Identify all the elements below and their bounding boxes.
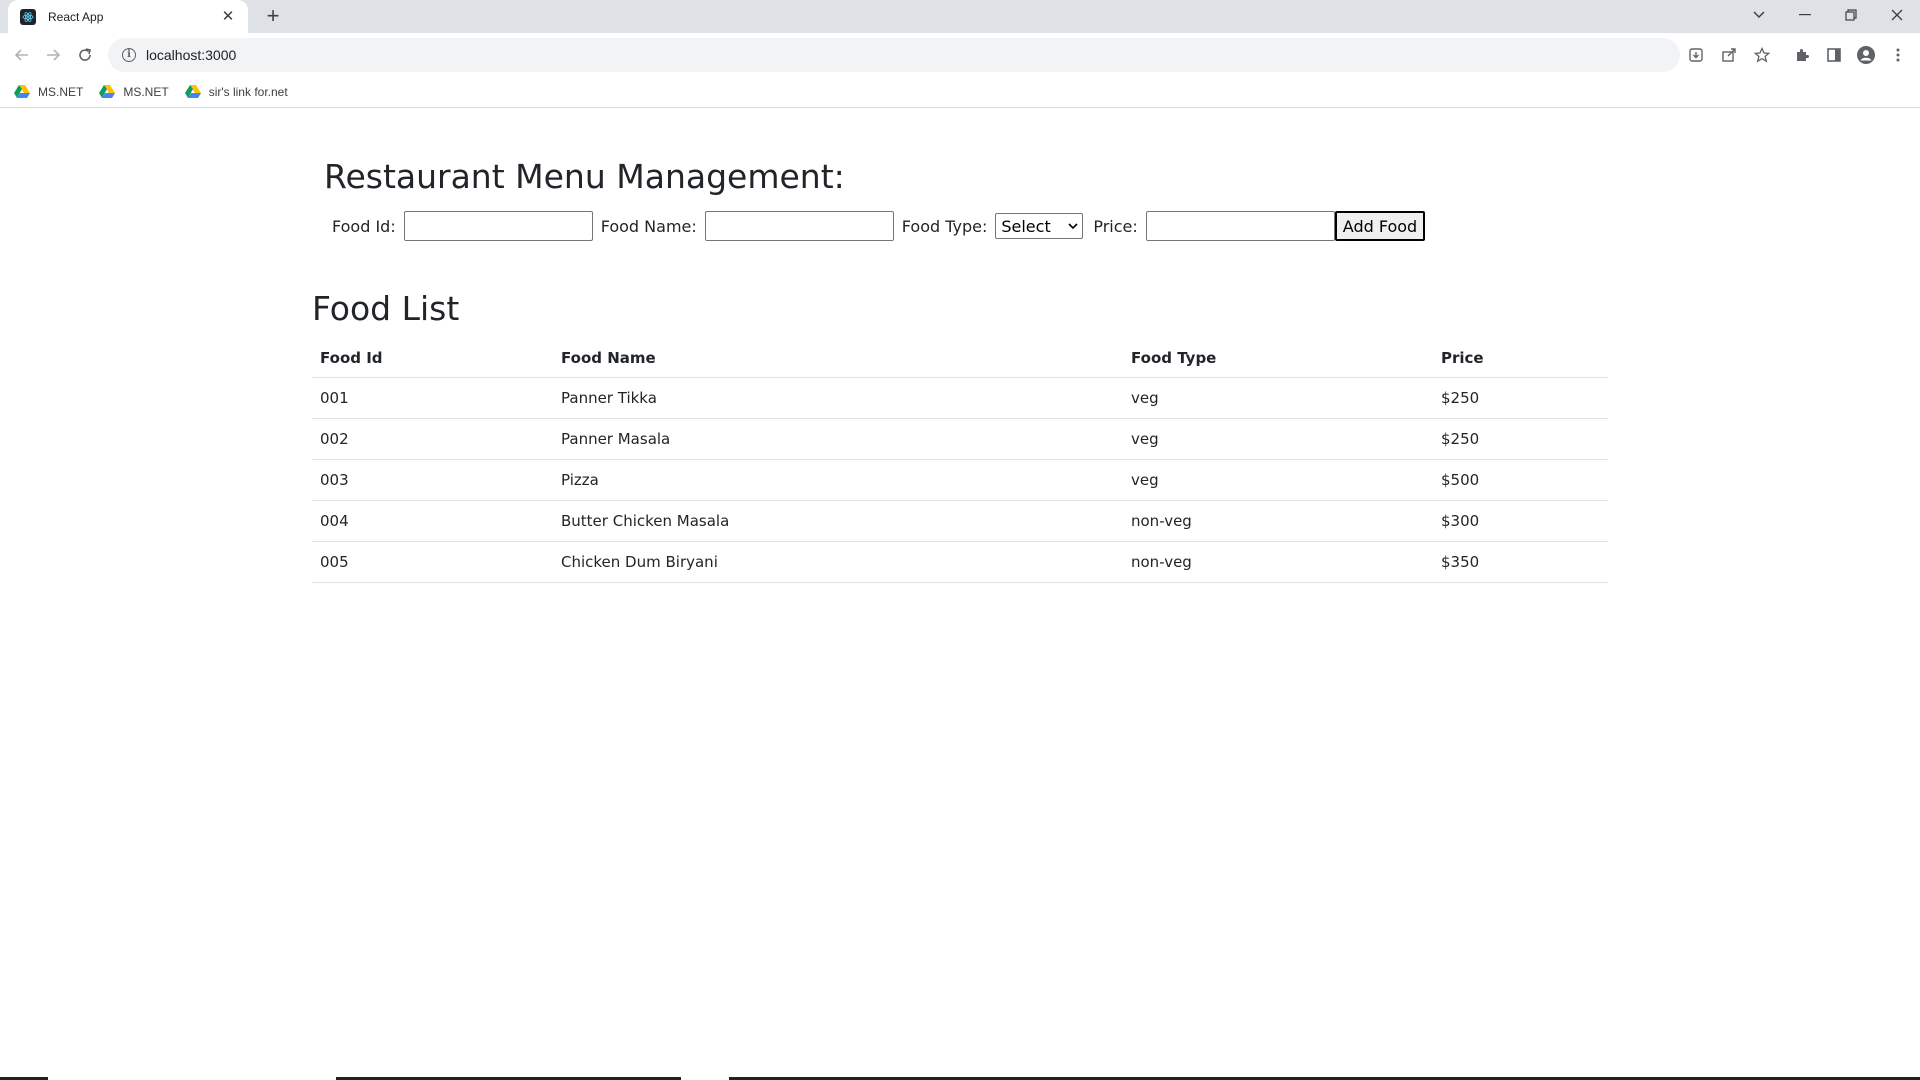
table-row: 004 Butter Chicken Masala non-veg $300: [312, 500, 1608, 542]
url-text: localhost:3000: [146, 47, 237, 63]
cell-food-id: 005: [312, 541, 553, 583]
install-app-icon[interactable]: [1686, 45, 1706, 65]
react-favicon-icon: [20, 8, 36, 25]
food-type-select[interactable]: Select: [995, 213, 1084, 239]
bookmark-item[interactable]: sir's link for.net: [184, 84, 288, 101]
table-row: 005 Chicken Dum Biryani non-veg $350: [312, 541, 1608, 583]
food-type-selected: Select: [1001, 216, 1051, 236]
forward-arrow-icon[interactable]: [41, 43, 65, 67]
table-header-row: Food Id Food Name Food Type Price: [312, 339, 1608, 378]
food-id-label: Food Id:: [332, 216, 396, 236]
header-food-id: Food Id: [312, 339, 553, 378]
tab-title: React App: [48, 9, 104, 24]
tab-strip: React App ✕ +: [0, 0, 1920, 33]
tab-search-icon[interactable]: [1736, 0, 1782, 30]
google-drive-icon: [14, 84, 30, 101]
add-food-form: Food Id: Food Name: Food Type: Select Pr…: [332, 211, 1426, 241]
bookmark-label: sir's link for.net: [208, 85, 288, 99]
bookmark-label: MS.NET: [38, 85, 84, 99]
cell-price: $350: [1433, 541, 1608, 583]
reload-icon[interactable]: [73, 43, 97, 67]
close-window-icon[interactable]: [1874, 0, 1920, 30]
google-drive-icon: [184, 84, 201, 101]
table-row: 002 Panner Masala veg $250: [312, 418, 1608, 460]
share-icon[interactable]: [1719, 45, 1739, 65]
page-title: Restaurant Menu Management:: [324, 157, 845, 196]
cell-food-name: Pizza: [553, 459, 1123, 501]
price-input[interactable]: [1145, 211, 1335, 241]
cell-food-name: Panner Tikka: [553, 377, 1123, 419]
cell-food-type: veg: [1123, 459, 1433, 501]
header-food-type: Food Type: [1123, 339, 1433, 378]
food-table: Food Id Food Name Food Type Price 001 Pa…: [312, 339, 1608, 583]
back-arrow-icon[interactable]: [10, 43, 34, 67]
cell-price: $250: [1433, 377, 1608, 419]
site-info-icon[interactable]: i: [122, 48, 136, 62]
cell-price: $300: [1433, 500, 1608, 542]
bookmark-item[interactable]: MS.NET: [99, 84, 169, 101]
address-bar[interactable]: i localhost:3000: [108, 38, 1680, 72]
cell-food-type: veg: [1123, 418, 1433, 460]
cell-food-name: Butter Chicken Masala: [553, 500, 1123, 542]
price-label: Price:: [1093, 216, 1138, 236]
browser-tab[interactable]: React App ✕: [8, 0, 248, 33]
google-drive-icon: [99, 84, 116, 101]
food-list-title: Food List: [312, 289, 460, 328]
cell-price: $250: [1433, 418, 1608, 460]
cell-food-id: 002: [312, 418, 553, 460]
bookmark-item[interactable]: MS.NET: [14, 84, 83, 101]
cell-food-type: non-veg: [1123, 541, 1433, 583]
menu-kebab-icon[interactable]: [1886, 43, 1910, 67]
cell-food-type: non-veg: [1123, 500, 1433, 542]
food-type-label: Food Type:: [901, 216, 988, 236]
chevron-down-icon: [1068, 221, 1078, 232]
cell-food-id: 003: [312, 459, 553, 501]
header-price: Price: [1433, 339, 1608, 378]
new-tab-button[interactable]: +: [262, 5, 284, 28]
side-panel-icon[interactable]: [1822, 43, 1846, 67]
food-name-input[interactable]: [704, 211, 894, 241]
page-content: Restaurant Menu Management: Food Id: Foo…: [0, 109, 1920, 1077]
tab-close-icon[interactable]: ✕: [220, 8, 236, 25]
cell-food-id: 001: [312, 377, 553, 419]
cell-price: $500: [1433, 459, 1608, 501]
extensions-icon[interactable]: [1790, 43, 1814, 67]
cell-food-type: veg: [1123, 377, 1433, 419]
restore-icon[interactable]: [1828, 0, 1874, 30]
profile-avatar-icon[interactable]: [1854, 43, 1878, 67]
header-food-name: Food Name: [553, 339, 1123, 378]
table-row: 001 Panner Tikka veg $250: [312, 377, 1608, 419]
bookmark-star-icon[interactable]: [1752, 45, 1772, 65]
food-name-label: Food Name:: [600, 216, 697, 236]
browser-toolbar: i localhost:3000: [0, 33, 1920, 77]
add-food-button[interactable]: Add Food: [1334, 211, 1426, 241]
bookmarks-bar: MS.NET MS.NET sir's link for.net: [0, 77, 1920, 108]
minimize-icon[interactable]: [1782, 0, 1828, 30]
cell-food-name: Panner Masala: [553, 418, 1123, 460]
cell-food-name: Chicken Dum Biryani: [553, 541, 1123, 583]
table-row: 003 Pizza veg $500: [312, 459, 1608, 501]
bookmark-label: MS.NET: [123, 85, 169, 99]
cell-food-id: 004: [312, 500, 553, 542]
food-id-input[interactable]: [403, 211, 593, 241]
